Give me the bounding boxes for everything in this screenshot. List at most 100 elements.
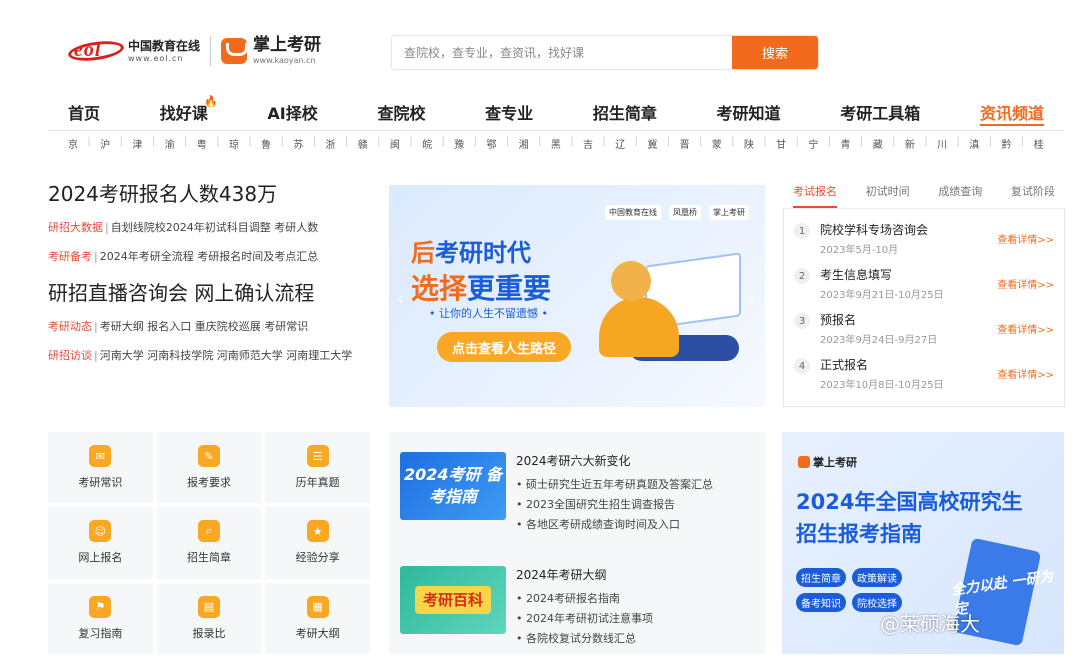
step-detail-link[interactable]: 查看详情>> (997, 276, 1054, 291)
region-link[interactable]: 闽 (390, 136, 400, 151)
news-links[interactable]: 考研大纲 报名入口 重庆院校巡展 考研常识 (100, 320, 309, 333)
region-link[interactable]: 桂 (1034, 136, 1044, 151)
region-link[interactable]: 冀 (647, 136, 657, 151)
person-illustration-head (611, 261, 651, 301)
region-link[interactable]: 甘 (776, 136, 786, 151)
region-link[interactable]: 京 (68, 136, 78, 151)
grid-label: 考研常识 (78, 476, 123, 490)
region-link[interactable]: 辽 (615, 136, 625, 151)
tab-initial-exam-time[interactable]: 初试时间 (866, 183, 910, 208)
region-separator: | (827, 136, 832, 147)
region-link[interactable]: 琼 (229, 136, 239, 151)
grid-item[interactable]: ☰ 历年真题 (265, 432, 370, 504)
guide-link[interactable]: • 硕士研究生近五年考研真题及答案汇总 (516, 475, 713, 495)
region-link[interactable]: 黑 (551, 136, 561, 151)
step-number: 1 (794, 223, 810, 239)
step-detail-link[interactable]: 查看详情>> (997, 366, 1054, 381)
eol-logo-mark: eol (67, 38, 125, 64)
step-detail-link[interactable]: 查看详情>> (997, 231, 1054, 246)
grid-label: 考研大纲 (295, 626, 340, 640)
nav-item-find-course-label: 找好课 (159, 104, 208, 123)
region-link[interactable]: 川 (937, 136, 947, 151)
guide-link[interactable]: • 2024考研报名指南 (516, 589, 653, 609)
news-tag[interactable]: 研招大数据 (48, 221, 103, 234)
region-link[interactable]: 豫 (454, 136, 464, 151)
region-link[interactable]: 鄂 (486, 136, 496, 151)
kaoyan-logo[interactable]: 掌上考研 www.kaoyan.cn (221, 37, 321, 65)
region-link[interactable]: 蒙 (712, 136, 722, 151)
news-links[interactable]: 河南大学 河南科技学院 河南师范大学 河南理工大学 (100, 349, 353, 362)
nav-item-qa[interactable]: 考研知道 (717, 100, 781, 126)
guide-link[interactable]: • 2023全国研究生招生调查报告 (516, 495, 713, 515)
eol-logo[interactable]: eol 中国教育在线 www.eol.cn (67, 38, 200, 64)
grid-item[interactable]: ▦ 考研大纲 (265, 582, 370, 654)
guide-link[interactable]: • 各地区考研成绩查询时间及入口 (516, 515, 713, 535)
region-link[interactable]: 黔 (1001, 136, 1011, 151)
news-headline-2[interactable]: 研招直播咨询会 网上确认流程 (48, 277, 368, 306)
region-link[interactable]: 津 (132, 136, 142, 151)
region-link[interactable]: 青 (841, 136, 851, 151)
nav-item-news[interactable]: 资讯频道 (979, 100, 1044, 126)
banner-next-arrow-icon[interactable]: › (749, 289, 755, 308)
grid-item[interactable]: ☺ 网上报名 (48, 507, 153, 579)
region-link[interactable]: 渝 (165, 136, 175, 151)
region-link[interactable]: 晋 (680, 136, 690, 151)
site-logos[interactable]: eol 中国教育在线 www.eol.cn 掌上考研 www.kaoyan.cn (67, 36, 321, 66)
grid-item[interactable]: ✎ 报考要求 (156, 432, 262, 504)
guide-heading[interactable]: 2024考研六大新变化 (516, 452, 713, 469)
region-link[interactable]: 湘 (519, 136, 529, 151)
region-link[interactable]: 宁 (808, 136, 818, 151)
news-headline-1[interactable]: 2024考研报名人数438万 (48, 178, 368, 207)
region-link[interactable]: 粤 (197, 136, 207, 151)
news-links[interactable]: 2024年考研全流程 考研报名时间及考点汇总 (100, 250, 319, 263)
region-separator: | (87, 136, 91, 147)
search-input[interactable] (392, 36, 732, 69)
news-tag[interactable]: 考研备考 (48, 250, 92, 263)
nav-item-find-course[interactable]: 找好课 🔥 (159, 95, 218, 126)
tab-retest-stage[interactable]: 复试阶段 (1011, 183, 1055, 208)
hero-banner[interactable]: 中国教育在线 凤凰桥 掌上考研 后考研时代 选择更重要 • 让你的人生不留遗憾 … (389, 185, 765, 407)
banner-cta-button[interactable]: 点击查看人生路径 (437, 332, 571, 362)
guide-heading[interactable]: 2024年考研大纲 (516, 566, 653, 583)
region-link[interactable]: 苏 (293, 136, 303, 151)
nav-item-toolbox[interactable]: 考研工具箱 (840, 100, 920, 126)
region-link[interactable]: 皖 (422, 136, 432, 151)
nav-item-admission[interactable]: 招生简章 (593, 100, 657, 126)
grid-item[interactable]: ▤ 报录比 (156, 582, 262, 654)
grid-item[interactable]: ⚑ 复习指南 (48, 582, 153, 654)
nav-item-home[interactable]: 首页 (68, 100, 100, 126)
region-link[interactable]: 赣 (358, 136, 368, 151)
banner-prev-arrow-icon[interactable]: ‹ (397, 289, 403, 308)
region-link[interactable]: 藏 (873, 136, 883, 151)
guide-link[interactable]: • 2024年考研初试注意事项 (516, 609, 653, 629)
flag-icon: ⚑ (89, 595, 112, 618)
grid-item[interactable]: ★ 经验分享 (265, 507, 370, 579)
eol-logo-url: www.eol.cn (128, 53, 184, 63)
guide-thumbnail[interactable]: 考研百科 (400, 566, 506, 634)
nav-item-ai-school[interactable]: AI择校 (267, 100, 317, 126)
tab-exam-registration[interactable]: 考试报名 (793, 183, 837, 208)
region-link[interactable]: 吉 (583, 136, 593, 151)
search-button[interactable]: 搜索 (732, 36, 818, 69)
poster-tag: 招生简章 (796, 568, 846, 587)
step-detail-link[interactable]: 查看详情>> (997, 321, 1054, 336)
nav-item-schools[interactable]: 查院校 (377, 100, 425, 126)
news-tag[interactable]: 考研动态 (48, 320, 92, 333)
pen-icon: ✎ (197, 445, 220, 468)
region-link[interactable]: 滇 (969, 136, 979, 151)
region-link[interactable]: 鲁 (261, 136, 271, 151)
region-link[interactable]: 陕 (744, 136, 754, 151)
news-tag[interactable]: 研招访谈 (48, 349, 92, 362)
step-title: 考生信息填写 (820, 268, 893, 282)
region-link[interactable]: 新 (905, 136, 915, 151)
tab-score-query[interactable]: 成绩查询 (938, 183, 982, 208)
nav-item-majors[interactable]: 查专业 (485, 100, 533, 126)
grid-item[interactable]: ✉ 考研常识 (48, 432, 153, 504)
grid-item[interactable]: ⌕ 招生简章 (156, 507, 262, 579)
news-links[interactable]: 自划线院校2024年初试科目调整 考研人数 (111, 221, 319, 234)
guide-link[interactable]: • 各院校复试分数线汇总 (516, 629, 653, 649)
guide-thumbnail[interactable]: 2024考研 备考指南 (400, 452, 506, 520)
region-link[interactable]: 浙 (326, 136, 336, 151)
region-link[interactable]: 沪 (100, 136, 110, 151)
region-separator: | (216, 136, 220, 147)
